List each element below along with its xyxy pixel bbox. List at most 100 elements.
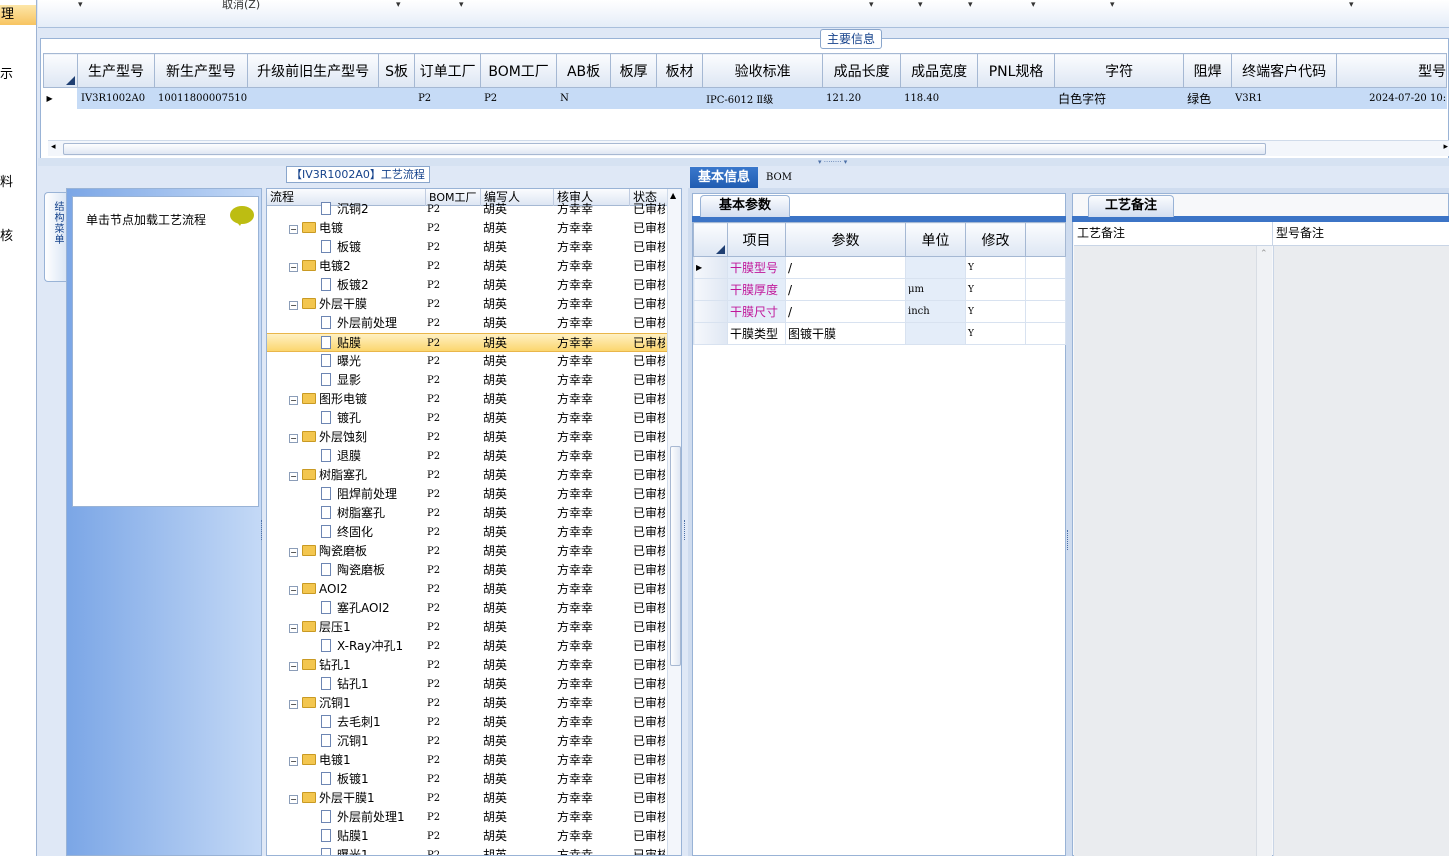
left-nav-item-selected[interactable]: 理 <box>0 5 36 25</box>
tree-cell-checker[interactable]: 方幸幸 <box>557 466 627 485</box>
tree-folder-row[interactable]: − 树脂塞孔 P2 胡英方幸幸已审核 <box>267 466 667 485</box>
table-row[interactable]: ▶ 干膜型号 / Y <box>693 256 1066 279</box>
process-note-textarea[interactable] <box>1074 246 1272 856</box>
chevron-left-icon[interactable]: ◂ <box>51 142 56 152</box>
column-header[interactable]: S板 <box>378 53 416 88</box>
column-header[interactable]: 成品宽度 <box>900 53 979 88</box>
tree-node[interactable]: − 沉铜1 <box>289 694 425 713</box>
param-item[interactable]: 干膜型号 <box>727 256 786 279</box>
tree-cell-checker[interactable]: 方幸幸 <box>557 846 627 855</box>
column-header[interactable]: 修改 <box>965 222 1026 257</box>
tree-cell-bom[interactable]: P2 <box>427 675 477 694</box>
tree-cell-writer[interactable]: 胡英 <box>483 789 549 808</box>
tree-leaf-row[interactable]: 镀孔 P2 胡英方幸幸已审核 <box>267 409 667 428</box>
column-header[interactable]: 订单工厂 <box>414 53 482 88</box>
tree-cell-bom[interactable]: P2 <box>427 352 477 371</box>
tree-cell-writer[interactable]: 胡英 <box>483 257 549 276</box>
tree-folder-row[interactable]: − 电镀 P2 胡英方幸幸已审核 <box>267 219 667 238</box>
vertical-scrollbar[interactable]: ⌃ <box>1256 246 1272 856</box>
tree-cell-bom[interactable]: P2 <box>427 732 477 751</box>
tree-leaf-row[interactable]: 退膜 P2 胡英方幸幸已审核 <box>267 447 667 466</box>
hint-box[interactable]: 单击节点加载工艺流程 <box>72 196 259 507</box>
tree-node[interactable]: 终固化 <box>321 523 425 542</box>
tree-leaf-row[interactable]: 沉铜2 P2 胡英方幸幸已审核 <box>267 200 667 219</box>
tree-cell-checker[interactable]: 方幸幸 <box>557 808 627 827</box>
tree-cell-writer[interactable]: 胡英 <box>483 334 549 353</box>
tree-cell-writer[interactable]: 胡英 <box>483 238 549 257</box>
tree-cell-checker[interactable]: 方幸幸 <box>557 827 627 846</box>
column-header[interactable]: 成品长度 <box>822 53 902 88</box>
tree-cell-status[interactable]: 已审核 <box>633 200 665 219</box>
tree-folder-row[interactable]: − 电镀2 P2 胡英方幸幸已审核 <box>267 257 667 276</box>
tree-cell-bom[interactable]: P2 <box>427 827 477 846</box>
tree-cell-writer[interactable]: 胡英 <box>483 371 549 390</box>
table-cell[interactable]: 10011800007510 <box>154 87 249 109</box>
param-value[interactable]: / <box>785 300 906 323</box>
tree-cell-writer[interactable]: 胡英 <box>483 808 549 827</box>
tree-cell-status[interactable]: 已审核 <box>633 295 665 314</box>
tree-cell-writer[interactable]: 胡英 <box>483 580 549 599</box>
tree-cell-writer[interactable]: 胡英 <box>483 656 549 675</box>
tree-leaf-row[interactable]: 沉铜1 P2 胡英方幸幸已审核 <box>267 732 667 751</box>
tree-cell-bom[interactable]: P2 <box>427 580 477 599</box>
tree-cell-bom[interactable]: P2 <box>427 238 477 257</box>
tree-cell-checker[interactable]: 方幸幸 <box>557 257 627 276</box>
tree-leaf-row[interactable]: 塞孔AOI2 P2 胡英方幸幸已审核 <box>267 599 667 618</box>
tree-cell-status[interactable]: 已审核 <box>633 390 665 409</box>
tree-leaf-row[interactable]: 阻焊前处理 P2 胡英方幸幸已审核 <box>267 485 667 504</box>
tree-node[interactable]: 贴膜1 <box>321 827 425 846</box>
tree-cell-bom[interactable]: P2 <box>427 428 477 447</box>
tree-cell-checker[interactable]: 方幸幸 <box>557 675 627 694</box>
tree-cell-bom[interactable]: P2 <box>427 561 477 580</box>
tree-node[interactable]: 镀孔 <box>321 409 425 428</box>
tree-leaf-row[interactable]: 贴膜 P2 胡英方幸幸已审核 <box>267 333 667 352</box>
tree-cell-writer[interactable]: 胡英 <box>483 618 549 637</box>
tree-cell-status[interactable]: 已审核 <box>633 694 665 713</box>
tree-cell-bom[interactable]: P2 <box>427 770 477 789</box>
tree-cell-bom[interactable]: P2 <box>427 618 477 637</box>
tree-node[interactable]: 外层前处理 <box>321 314 425 333</box>
tree-cell-status[interactable]: 已审核 <box>633 238 665 257</box>
table-cell[interactable]: N <box>556 87 612 109</box>
chevron-down-icon[interactable]: ▾ <box>968 0 973 10</box>
table-cell[interactable]: 2024-07-20 10: <box>1336 87 1448 109</box>
tree-node[interactable]: − 外层干膜 <box>289 295 425 314</box>
tree-cell-checker[interactable]: 方幸幸 <box>557 485 627 504</box>
tree-cell-status[interactable]: 已审核 <box>633 618 665 637</box>
collapse-icon[interactable]: − <box>289 586 298 595</box>
tree-cell-bom[interactable]: P2 <box>427 409 477 428</box>
chevron-down-icon[interactable]: ▾ <box>459 0 464 10</box>
collapse-icon[interactable]: − <box>289 263 298 272</box>
chevron-down-icon[interactable]: ▾ <box>78 0 83 10</box>
tree-cell-status[interactable]: 已审核 <box>633 371 665 390</box>
param-value[interactable]: / <box>785 256 906 279</box>
table-cell[interactable] <box>247 87 380 109</box>
table-cell[interactable]: 121.20 <box>822 87 902 109</box>
tree-cell-checker[interactable]: 方幸幸 <box>557 713 627 732</box>
param-modify[interactable]: Y <box>965 322 1026 345</box>
collapse-icon[interactable]: − <box>289 700 298 709</box>
tree-cell-status[interactable]: 已审核 <box>633 428 665 447</box>
tree-cell-status[interactable]: 已审核 <box>633 257 665 276</box>
tree-cell-checker[interactable]: 方幸幸 <box>557 371 627 390</box>
param-item[interactable]: 干膜尺寸 <box>727 300 786 323</box>
model-note-textarea[interactable] <box>1273 246 1449 856</box>
splitter-grip-icon[interactable] <box>261 520 265 540</box>
tree-folder-row[interactable]: − 层压1 P2 胡英方幸幸已审核 <box>267 618 667 637</box>
table-row[interactable]: 干膜类型 图镀干膜 Y <box>693 322 1066 345</box>
tree-cell-writer[interactable]: 胡英 <box>483 637 549 656</box>
chevron-down-icon[interactable]: ▾ <box>869 0 874 10</box>
tree-cell-status[interactable]: 已审核 <box>633 561 665 580</box>
tree-cell-status[interactable]: 已审核 <box>633 637 665 656</box>
column-header[interactable]: AB板 <box>556 53 612 88</box>
tree-cell-writer[interactable]: 胡英 <box>483 827 549 846</box>
tree-node[interactable]: 沉铜2 <box>321 200 425 219</box>
chevron-down-icon[interactable]: ▾ <box>1110 0 1115 10</box>
table-cell[interactable]: 118.40 <box>900 87 979 109</box>
tree-node[interactable]: − 陶瓷磨板 <box>289 542 425 561</box>
column-header[interactable]: 新生产型号 <box>153 53 249 88</box>
tree-cell-bom[interactable]: P2 <box>427 219 477 238</box>
chevron-down-icon[interactable]: ▾ <box>918 0 923 10</box>
tree-cell-writer[interactable]: 胡英 <box>483 675 549 694</box>
tree-cell-status[interactable]: 已审核 <box>633 580 665 599</box>
